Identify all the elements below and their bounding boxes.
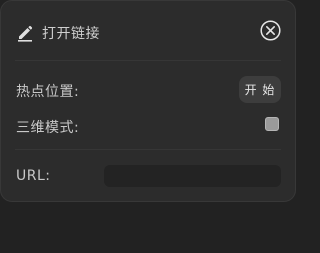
- url-label: URL:: [16, 168, 51, 184]
- panel-title: 打开链接: [42, 26, 100, 42]
- pencil-icon: [16, 24, 34, 42]
- mode-3d-label: 三维模式:: [16, 120, 80, 136]
- start-button[interactable]: 开 始: [239, 76, 281, 103]
- hotspot-position-label: 热点位置:: [16, 84, 80, 100]
- panel-header: 打开链接: [16, 21, 100, 45]
- divider: [15, 149, 281, 150]
- open-link-panel: 打开链接 热点位置: 开 始 三维模式: URL:: [0, 0, 296, 202]
- divider: [15, 60, 281, 61]
- url-input[interactable]: [104, 165, 281, 187]
- mode-3d-checkbox[interactable]: [265, 117, 279, 131]
- close-icon[interactable]: [260, 20, 281, 41]
